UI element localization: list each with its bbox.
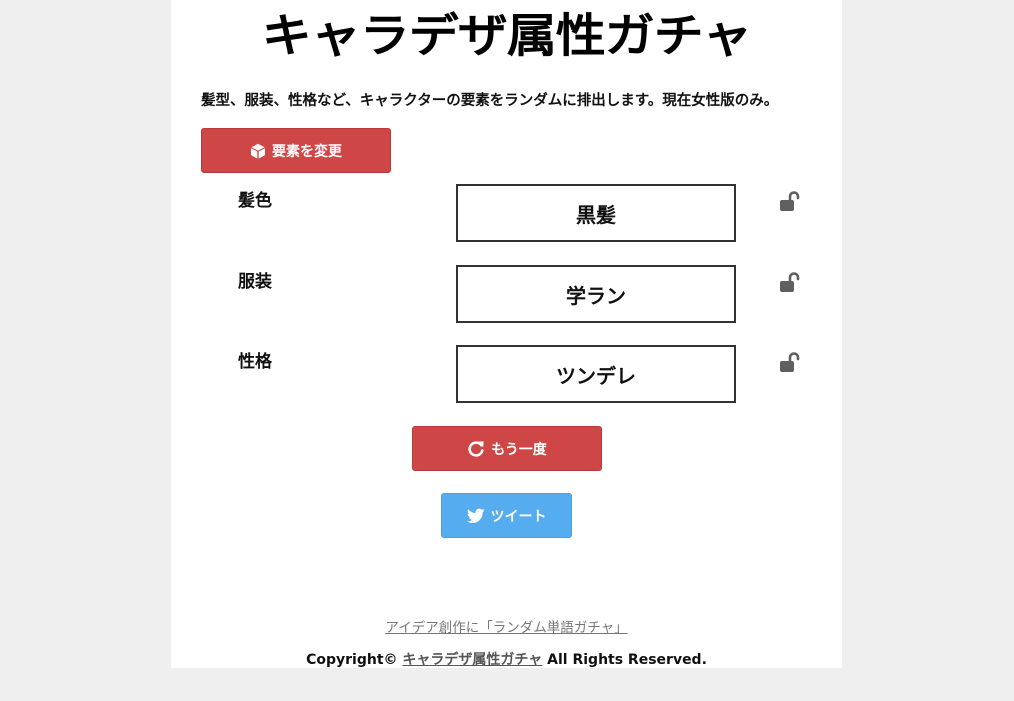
retry-label: もう一度 — [491, 441, 547, 458]
change-elements-label: 要素を変更 — [272, 143, 342, 160]
main-content-panel: キャラデザ属性ガチャ 髪型、服装、性格など、キャラクターの要素をランダムに排出し… — [171, 0, 842, 668]
attribute-label-personality: 性格 — [238, 352, 272, 372]
copyright-prefix: Copyright© — [306, 652, 398, 668]
footer-related-link-row: アイデア創作に「ランダム単語ガチャ」 — [171, 619, 842, 637]
attribute-value-outfit: 学ラン — [456, 265, 736, 323]
twitter-bird-icon — [466, 508, 485, 524]
attribute-value-hair-color: 黒髪 — [456, 184, 736, 242]
copyright-suffix: All Rights Reserved. — [547, 652, 707, 668]
random-word-gacha-link[interactable]: アイデア創作に「ランダム単語ガチャ」 — [385, 620, 627, 636]
tweet-button[interactable]: ツイート — [441, 493, 572, 538]
attribute-value-personality: ツンデレ — [456, 345, 736, 403]
unlocked-padlock-icon[interactable] — [779, 352, 801, 374]
retry-button[interactable]: もう一度 — [412, 426, 602, 471]
cube-icon — [250, 143, 266, 159]
copyright-line: Copyright© キャラデザ属性ガチャ All Rights Reserve… — [171, 651, 842, 669]
attribute-label-outfit: 服装 — [238, 272, 272, 292]
unlocked-padlock-icon[interactable] — [779, 191, 801, 213]
copyright-brand-link[interactable]: キャラデザ属性ガチャ — [402, 652, 542, 668]
site-description: 髪型、服装、性格など、キャラクターの要素をランダムに排出します。現在女性版のみ。 — [201, 93, 779, 109]
attribute-label-hair-color: 髪色 — [238, 191, 272, 211]
unlocked-padlock-icon[interactable] — [779, 272, 801, 294]
site-title: キャラデザ属性ガチャ — [261, 9, 753, 63]
change-elements-button[interactable]: 要素を変更 — [201, 128, 391, 173]
tweet-label: ツイート — [490, 508, 547, 525]
redo-icon — [467, 440, 485, 458]
